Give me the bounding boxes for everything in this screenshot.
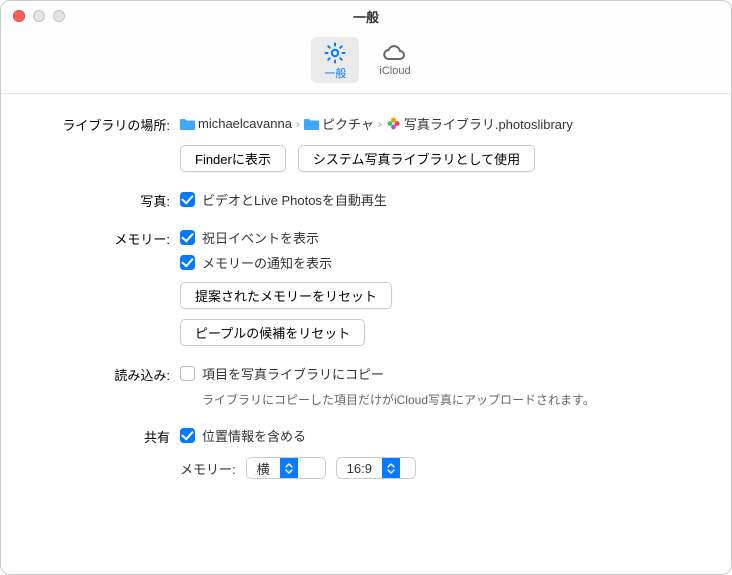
checkbox-icon [180,255,195,270]
select-orientation[interactable]: 横 [246,457,326,479]
tab-general-label: 一般 [324,65,346,81]
tab-icloud-label: iCloud [379,65,410,77]
label-library: ライブラリの場所: [25,114,180,134]
traffic-lights [13,10,65,22]
window-title: 一般 [13,7,719,26]
minimize-window-button[interactable] [33,10,45,22]
select-aspect-value: 16:9 [337,461,382,476]
library-breadcrumb: michaelcavanna › ピクチャ › [180,114,707,133]
breadcrumb-library[interactable]: 写真ライブラリ.photoslibrary [386,114,573,133]
label-sharing: 共有 [25,426,180,446]
checkbox-holidays[interactable]: 祝日イベントを表示 [180,228,707,247]
checkbox-memory-notifications[interactable]: メモリーの通知を表示 [180,253,707,272]
folder-icon [304,118,319,130]
checkbox-copy-items[interactable]: 項目を写真ライブラリにコピー [180,364,707,383]
cloud-icon [381,41,409,65]
breadcrumb-pictures-text: ピクチャ [322,114,374,133]
close-window-button[interactable] [13,10,25,22]
gear-icon [321,41,349,65]
select-aspect[interactable]: 16:9 [336,457,416,479]
checkbox-icon [180,192,195,207]
checkbox-copy-items-label: 項目を写真ライブラリにコピー [202,364,384,383]
checkbox-icon [180,366,195,381]
checkbox-autoplay-label: ビデオとLive Photosを自動再生 [202,190,387,209]
row-library-location: ライブラリの場所: michaelcavanna › ピクチャ [25,114,707,172]
checkbox-memory-notifications-label: メモリーの通知を表示 [202,253,332,272]
updown-arrows-icon [382,458,400,478]
row-import: 読み込み: 項目を写真ライブラリにコピー ライブラリにコピーした項目だけがiCl… [25,364,707,408]
content: ライブラリの場所: michaelcavanna › ピクチャ [1,94,731,507]
zoom-window-button[interactable] [53,10,65,22]
folder-icon [180,118,195,130]
label-photos: 写真: [25,190,180,210]
select-orientation-value: 横 [247,459,280,478]
breadcrumb-user[interactable]: michaelcavanna [180,116,292,131]
toolbar: 一般 iCloud [1,31,731,94]
use-as-system-library-button[interactable]: システム写真ライブラリとして使用 [298,145,535,172]
chevron-right-icon: › [296,117,300,131]
breadcrumb-library-text: 写真ライブラリ.photoslibrary [404,114,573,133]
checkbox-autoplay[interactable]: ビデオとLive Photosを自動再生 [180,190,707,209]
reset-people-button[interactable]: ピープルの候補をリセット [180,319,365,346]
import-note: ライブラリにコピーした項目だけがiCloud写真にアップロードされます。 [202,391,707,408]
tab-icloud[interactable]: iCloud [369,37,420,83]
row-photos: 写真: ビデオとLive Photosを自動再生 [25,190,707,210]
checkbox-include-location-label: 位置情報を含める [202,426,306,445]
breadcrumb-user-text: michaelcavanna [198,116,292,131]
preferences-window: 一般 一般 iCloud ライブラリの場所: [0,0,732,575]
breadcrumb-pictures[interactable]: ピクチャ [304,114,374,133]
updown-arrows-icon [280,458,298,478]
photos-library-icon [386,116,401,131]
checkbox-icon [180,428,195,443]
tab-general[interactable]: 一般 [311,37,359,83]
chevron-right-icon: › [378,117,382,131]
titlebar: 一般 [1,1,731,31]
label-memories: メモリー: [25,228,180,248]
label-memories-inline: メモリー: [180,459,236,478]
sharing-memories-row: メモリー: 横 16:9 [180,457,707,479]
reset-suggested-memories-button[interactable]: 提案されたメモリーをリセット [180,282,392,309]
label-import: 読み込み: [25,364,180,384]
row-memories: メモリー: 祝日イベントを表示 メモリーの通知を表示 提案されたメモリーをリセッ… [25,228,707,346]
show-in-finder-button[interactable]: Finderに表示 [180,145,286,172]
checkbox-holidays-label: 祝日イベントを表示 [202,228,319,247]
checkbox-include-location[interactable]: 位置情報を含める [180,426,707,445]
checkbox-icon [180,230,195,245]
row-sharing: 共有 位置情報を含める メモリー: 横 16 [25,426,707,479]
